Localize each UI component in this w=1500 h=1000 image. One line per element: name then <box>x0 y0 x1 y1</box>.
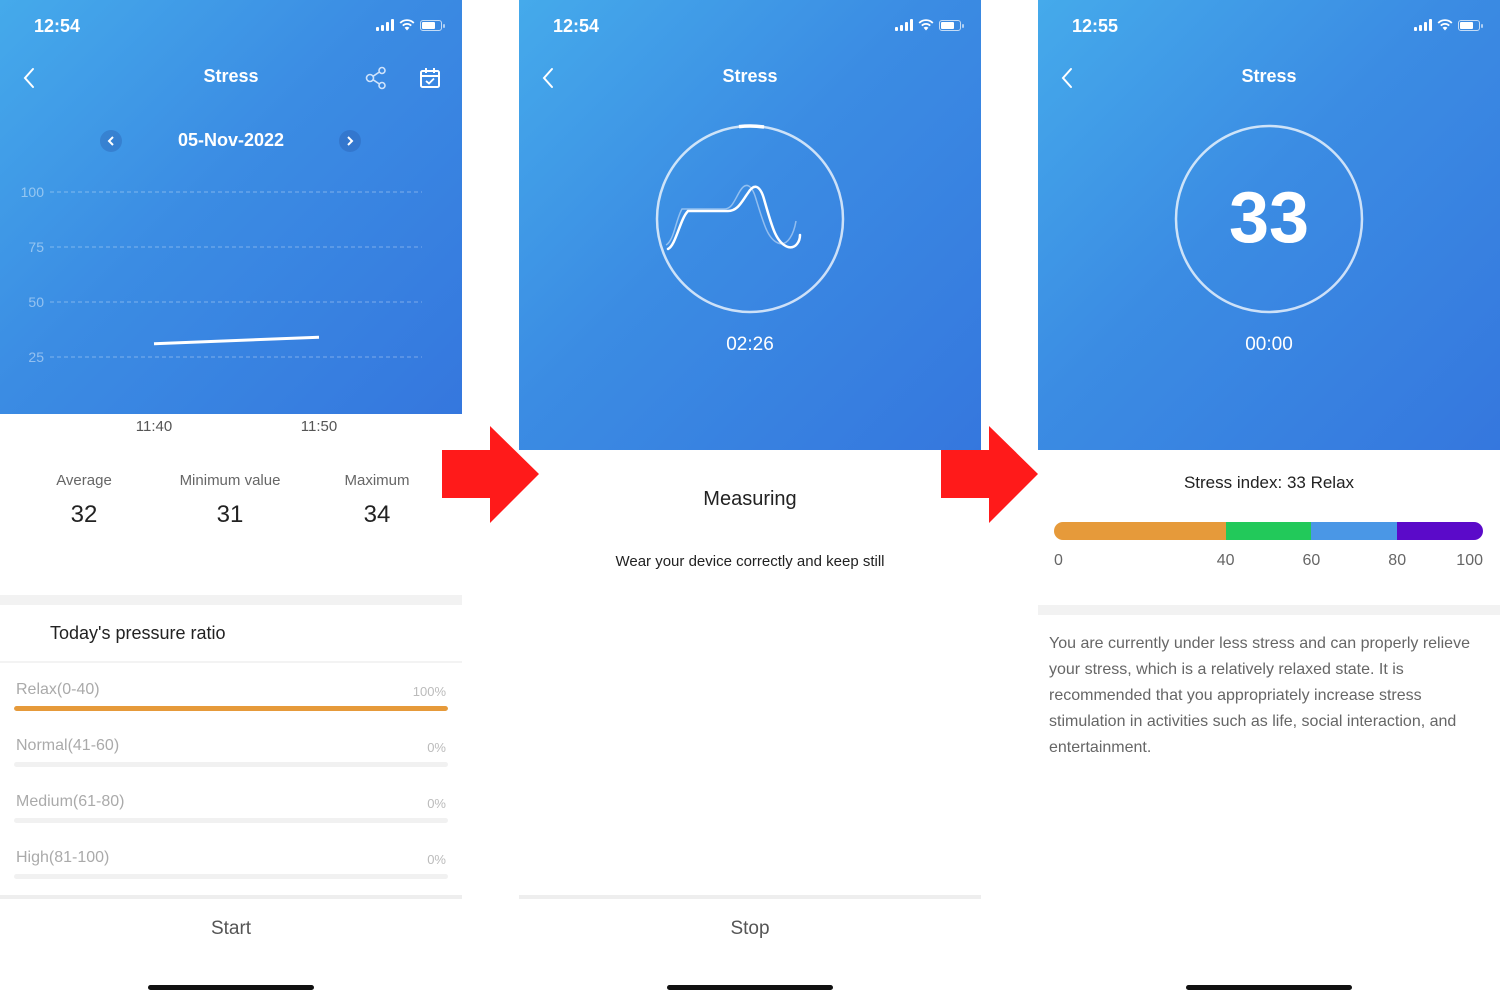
ratio-label: High(81-100) <box>16 849 110 866</box>
section-divider <box>0 595 462 605</box>
divider <box>0 661 462 663</box>
stats-row: Average 32 Minimum value 31 Maximum 34 <box>0 472 462 542</box>
status-time: 12:54 <box>553 16 600 36</box>
calendar-icon[interactable] <box>416 64 444 92</box>
ratio-percent: 0% <box>427 740 446 755</box>
status-icons <box>895 19 964 31</box>
ratio-label: Medium(61-80) <box>16 793 125 810</box>
scale-tick-label: 80 <box>1388 552 1407 569</box>
next-day-button[interactable] <box>339 130 361 152</box>
scale-tick-label: 40 <box>1216 552 1235 569</box>
chart-x-axis: 11:40 11:50 <box>0 418 462 440</box>
stat-average: Average 32 <box>56 472 112 529</box>
ratio-label: Normal(41-60) <box>16 737 120 754</box>
stat-label: Average <box>56 472 112 489</box>
battery-icon <box>939 19 964 31</box>
divider <box>519 895 981 899</box>
stat-value: 34 <box>363 501 391 528</box>
stress-line-chart: 25 50 75 100 <box>21 184 422 365</box>
wifi-icon <box>399 19 415 31</box>
ratio-percent: 100% <box>412 684 446 699</box>
measuring-progress-ring <box>655 124 845 314</box>
ratio-bar-track <box>14 874 448 879</box>
scale-segment-normal <box>1225 522 1312 540</box>
home-indicator[interactable] <box>1186 985 1352 990</box>
status-time: 12:54 <box>34 16 81 36</box>
share-icon[interactable] <box>362 64 390 92</box>
stress-value: 33 <box>1228 178 1310 258</box>
stat-maximum: Maximum 34 <box>344 472 409 529</box>
stat-value: 32 <box>70 501 98 528</box>
y-tick-label: 50 <box>28 294 44 310</box>
status-time: 12:55 <box>1072 16 1119 36</box>
scale-segment-high <box>1397 522 1483 540</box>
divider <box>0 895 462 899</box>
arrow-right-icon <box>941 426 1038 523</box>
y-tick-label: 100 <box>21 184 45 200</box>
signal-icon <box>895 19 913 31</box>
page-title: Stress <box>1241 66 1297 86</box>
x-tick-label: 11:50 <box>300 418 338 435</box>
ratio-bar-track <box>14 762 448 767</box>
date-label[interactable]: 05-Nov-2022 <box>0 130 462 151</box>
signal-icon <box>1414 19 1432 31</box>
series-line <box>153 335 320 346</box>
result-timer: 00:00 <box>1245 334 1293 355</box>
measuring-timer: 02:26 <box>726 334 774 355</box>
scale-segment-medium <box>1311 522 1398 540</box>
ratio-bar-track <box>14 706 448 711</box>
waveform-icon <box>666 185 802 251</box>
stress-scale-ticks: 0 40 60 80 100 <box>1054 552 1483 576</box>
stress-scale-bar <box>1054 522 1483 540</box>
ratio-row-medium[interactable]: Medium(61-80) 0% <box>14 793 448 833</box>
page-title: Stress <box>203 66 259 86</box>
stress-overview-screen: 12:54 Stress 05-Nov-2022 25 50 75 100 11:40… <box>0 0 462 1000</box>
stress-index-label: Stress index: 33 Relax <box>1183 473 1355 492</box>
stat-value: 31 <box>216 501 244 528</box>
scale-tick-label: 0 <box>1054 552 1063 569</box>
ratio-row-high[interactable]: High(81-100) 0% <box>14 849 448 889</box>
stat-label: Minimum value <box>179 472 281 489</box>
status-icons <box>376 19 445 31</box>
date-navigator: 05-Nov-2022 <box>0 128 462 156</box>
signal-icon <box>376 19 394 31</box>
chevron-right-icon <box>347 136 354 146</box>
stress-advice-text: You are currently under less stress and … <box>1049 635 1470 756</box>
battery-icon <box>1458 19 1483 31</box>
ratio-row-relax[interactable]: Relax(0-40) 100% <box>14 681 448 721</box>
ratio-percent: 0% <box>427 852 446 867</box>
ratio-bar-fill <box>14 706 448 711</box>
stress-measuring-screen: 12:54 Stress 02:26 Measuring Wear your d… <box>519 0 981 1000</box>
ratio-label: Relax(0-40) <box>16 681 100 698</box>
wifi-icon <box>918 19 934 31</box>
stress-result-screen: 12:55 Stress 33 00:00 Stress index: 33 R… <box>1038 0 1500 1000</box>
home-indicator[interactable] <box>148 985 314 990</box>
header-panel: 12:54 Stress 02:26 <box>519 0 981 450</box>
measuring-hint: Wear your device correctly and keep stil… <box>615 553 885 570</box>
arrow-right-icon <box>442 426 539 523</box>
home-indicator[interactable] <box>667 985 833 990</box>
battery-icon <box>420 19 445 31</box>
measuring-status: Measuring <box>703 488 797 510</box>
section-divider <box>1038 605 1500 615</box>
ratio-row-normal[interactable]: Normal(41-60) 0% <box>14 737 448 777</box>
stop-button[interactable]: Stop <box>519 918 981 940</box>
scale-segment-relax <box>1054 522 1226 540</box>
page-title: Stress <box>722 66 778 86</box>
ratio-percent: 0% <box>427 796 446 811</box>
wifi-icon <box>1437 19 1453 31</box>
pressure-ratio-title: Today's pressure ratio <box>50 623 226 643</box>
stat-label: Maximum <box>344 472 410 489</box>
ratio-bar-track <box>14 818 448 823</box>
start-button[interactable]: Start <box>0 918 462 940</box>
status-icons <box>1414 19 1483 31</box>
y-tick-label: 25 <box>28 349 44 365</box>
y-tick-label: 75 <box>28 239 44 255</box>
header-panel: 12:55 Stress 33 00:00 <box>1038 0 1500 450</box>
x-tick-label: 11:40 <box>135 418 173 435</box>
scale-tick-label: 100 <box>1456 552 1483 569</box>
scale-tick-label: 60 <box>1302 552 1321 569</box>
stat-minimum: Minimum value 31 <box>180 472 281 529</box>
